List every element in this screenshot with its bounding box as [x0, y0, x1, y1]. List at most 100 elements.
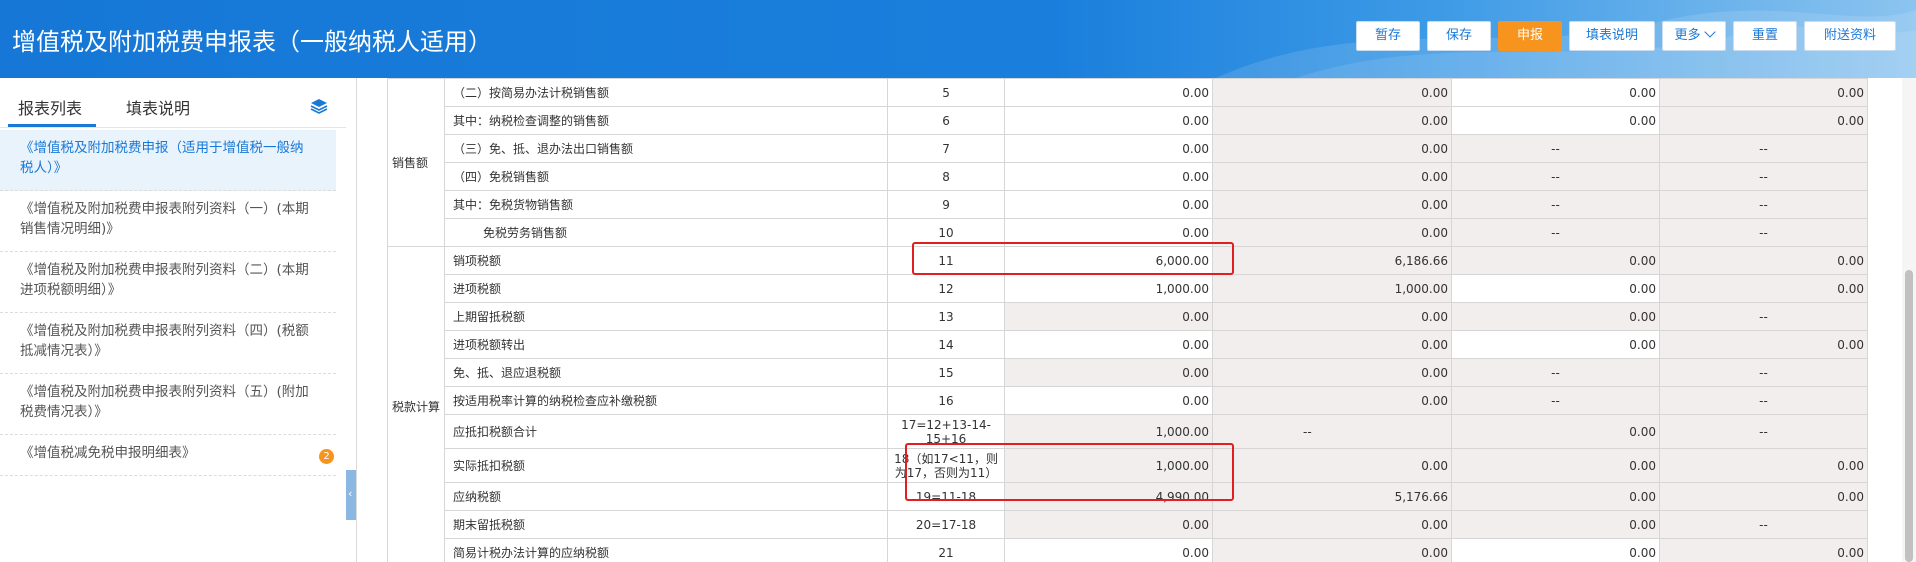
- report-list-item-label: 《增值税及附加税费申报（适用于增值税一般纳税人）》: [20, 140, 304, 176]
- amount-cell: 5,176.66: [1212, 482, 1453, 511]
- row-item-name: 免税劳务销售额: [444, 218, 889, 247]
- report-list-item[interactable]: 《增值税及附加税费申报表附列资料（二）(本期进项税额明细）》: [0, 252, 336, 313]
- scrollbar-thumb[interactable]: [1905, 270, 1913, 562]
- amount-cell: 0.00: [1451, 510, 1661, 539]
- table-row: 按适用税率计算的纳税检查应补缴税额 16 0.00 0.00 -- --: [388, 386, 1869, 415]
- amount-cell: --: [1451, 162, 1661, 191]
- row-number: 10: [887, 218, 1006, 247]
- amount-cell: --: [1451, 218, 1661, 247]
- row-number: 18（如17<11，则为17，否则为11）: [887, 448, 1006, 483]
- row-item-name: 应抵扣税额合计: [444, 414, 889, 449]
- amount-cell: 1,000.00: [1004, 448, 1214, 483]
- amount-cell[interactable]: 0.00: [1004, 330, 1214, 359]
- amount-cell[interactable]: 0.00: [1004, 78, 1214, 107]
- amount-cell[interactable]: 0.00: [1004, 134, 1214, 163]
- amount-cell: --: [1212, 414, 1453, 449]
- amount-cell: 0.00: [1212, 78, 1453, 107]
- amount-cell: 0.00: [1659, 106, 1869, 135]
- amount-cell: 0.00: [1212, 330, 1453, 359]
- report-list-item-label: 《增值税及附加税费申报表附列资料（四）(税额抵减情况表）》: [20, 323, 309, 359]
- amount-cell: 0.00: [1004, 510, 1214, 539]
- table-row: 上期留抵税额 13 0.00 0.00 0.00 --: [388, 302, 1869, 331]
- amount-cell: --: [1659, 414, 1869, 449]
- row-item-name: 简易计税办法计算的应纳税额: [444, 538, 889, 562]
- row-item-name: 销项税额: [444, 246, 889, 275]
- amount-cell[interactable]: 0.00: [1004, 386, 1214, 415]
- amount-cell[interactable]: 0.00: [1004, 190, 1214, 219]
- report-list: 《增值税及附加税费申报（适用于增值税一般纳税人）》 《增值税及附加税费申报表附列…: [0, 130, 336, 476]
- declaration-table: 销售额 （二）按简易办法计税销售额 5 0.00 0.00 0.00 0.00 其中：纳税检查…: [386, 78, 1869, 562]
- amount-cell: 1,000.00: [1212, 274, 1453, 303]
- row-item-name: （四）免税销售额: [444, 162, 889, 191]
- amount-cell: 1,000.00: [1004, 414, 1214, 449]
- amount-cell: 0.00: [1212, 162, 1453, 191]
- amount-cell: 0.00: [1659, 538, 1869, 562]
- amount-cell: --: [1659, 386, 1869, 415]
- save-button[interactable]: 保存: [1427, 21, 1491, 51]
- row-number: 16: [887, 386, 1006, 415]
- amount-cell: 0.00: [1212, 134, 1453, 163]
- row-category: 销售额: [386, 78, 446, 247]
- fill-help-button[interactable]: 填表说明: [1569, 21, 1655, 51]
- report-list-item[interactable]: 《增值税及附加税费申报表附列资料（五）(附加税费情况表）》: [0, 374, 336, 435]
- amount-cell[interactable]: 0.00: [1451, 274, 1661, 303]
- amount-cell: 0.00: [1212, 190, 1453, 219]
- layers-icon[interactable]: [310, 98, 328, 114]
- save-draft-button[interactable]: 暂存: [1356, 21, 1420, 51]
- table-row: 应抵扣税额合计 17=12+13-14-15+16 1,000.00 -- 0.00 --: [388, 414, 1869, 449]
- row-number: 11: [887, 246, 1006, 275]
- declaration-table-container: 销售额 （二）按简易办法计税销售额 5 0.00 0.00 0.00 0.00 其中：纳税检查…: [357, 78, 1902, 562]
- amount-cell[interactable]: 0.00: [1004, 106, 1214, 135]
- amount-cell[interactable]: 0.00: [1004, 162, 1214, 191]
- amount-cell: 0.00: [1212, 510, 1453, 539]
- row-item-name: 其中：纳税检查调整的销售额: [444, 106, 889, 135]
- tab-fill-help[interactable]: 填表说明: [126, 95, 190, 119]
- amount-cell: --: [1659, 218, 1869, 247]
- amount-cell: 0.00: [1212, 106, 1453, 135]
- report-list-item-label: 《增值税及附加税费申报表附列资料（二）(本期进项税额明细）》: [20, 262, 309, 298]
- row-item-name: 应纳税额: [444, 482, 889, 511]
- report-list-item-label: 《增值税及附加税费申报表附列资料（五）(附加税费情况表）》: [20, 384, 309, 420]
- amount-cell: --: [1659, 358, 1869, 387]
- amount-cell: 0.00: [1212, 386, 1453, 415]
- row-number: 7: [887, 134, 1006, 163]
- amount-cell[interactable]: 0.00: [1451, 330, 1661, 359]
- row-number: 17=12+13-14-15+16: [887, 414, 1006, 449]
- row-item-name: 上期留抵税额: [444, 302, 889, 331]
- more-button[interactable]: 更多: [1662, 21, 1726, 51]
- amount-cell: 0.00: [1451, 448, 1661, 483]
- table-row: （四）免税销售额 8 0.00 0.00 -- --: [388, 162, 1869, 191]
- amount-cell[interactable]: 0.00: [1451, 78, 1661, 107]
- declare-button[interactable]: 申报: [1498, 21, 1562, 51]
- amount-cell: 0.00: [1004, 302, 1214, 331]
- amount-cell: --: [1451, 386, 1661, 415]
- row-item-name: 其中：免税货物销售额: [444, 190, 889, 219]
- amount-cell[interactable]: 0.00: [1004, 538, 1214, 562]
- amount-cell[interactable]: 1,000.00: [1004, 274, 1214, 303]
- amount-cell: 0.00: [1212, 358, 1453, 387]
- report-list-item[interactable]: 《增值税及附加税费申报表附列资料（四）(税额抵减情况表）》: [0, 313, 336, 374]
- sidebar-collapse-toggle[interactable]: ‹: [346, 470, 356, 520]
- row-number: 19=11-18: [887, 482, 1006, 511]
- reset-button[interactable]: 重置: [1733, 21, 1797, 51]
- row-number: 8: [887, 162, 1006, 191]
- amount-cell[interactable]: 0.00: [1451, 106, 1661, 135]
- app-header: 增值税及附加税费申报表（一般纳税人适用） 暂存 保存 申报 填表说明 更多 重置…: [0, 0, 1916, 78]
- amount-cell[interactable]: 0.00: [1451, 538, 1661, 562]
- notification-badge: 2: [319, 449, 334, 464]
- report-list-item[interactable]: 《增值税及附加税费申报表附列资料（一）(本期销售情况明细)》: [0, 191, 336, 252]
- attach-materials-button[interactable]: 附送资料: [1804, 21, 1896, 51]
- amount-cell: 0.00: [1451, 482, 1661, 511]
- report-list-item[interactable]: 《增值税减免税申报明细表》 2: [0, 435, 336, 476]
- amount-cell: 0.00: [1451, 246, 1661, 275]
- amount-cell: --: [1659, 162, 1869, 191]
- amount-cell: 0.00: [1212, 218, 1453, 247]
- tab-report-list[interactable]: 报表列表: [18, 95, 82, 119]
- amount-cell[interactable]: 0.00: [1004, 218, 1214, 247]
- amount-cell[interactable]: 6,000.00: [1004, 246, 1214, 275]
- report-list-item[interactable]: 《增值税及附加税费申报（适用于增值税一般纳税人）》: [0, 130, 336, 191]
- page-title: 增值税及附加税费申报表（一般纳税人适用）: [12, 28, 492, 56]
- row-item-name: 期末留抵税额: [444, 510, 889, 539]
- report-list-item-label: 《增值税及附加税费申报表附列资料（一）(本期销售情况明细)》: [20, 201, 309, 237]
- chevron-left-icon: ‹: [348, 487, 353, 500]
